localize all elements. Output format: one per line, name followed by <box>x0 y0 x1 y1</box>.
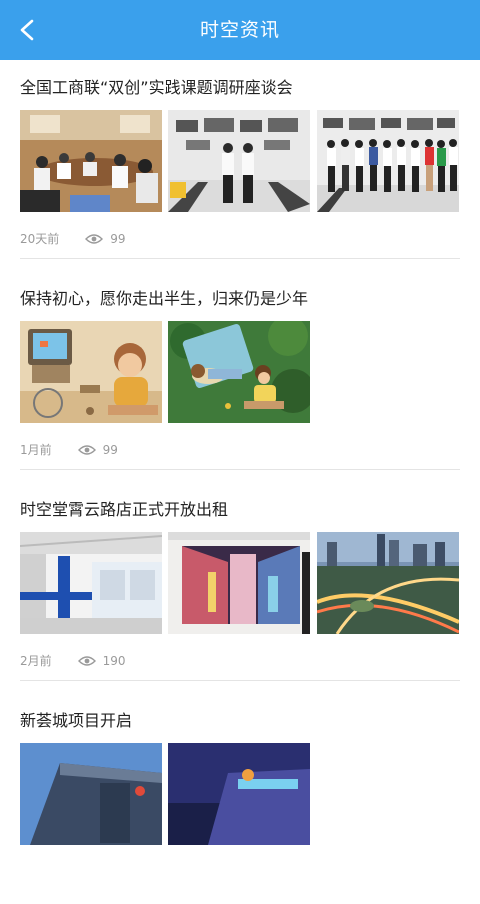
news-image <box>20 321 162 423</box>
eye-icon <box>85 233 104 244</box>
view-count-value: 190 <box>102 653 126 668</box>
news-item[interactable]: 保持初心，愿你走出半生，归来仍是少年 1月前 99 <box>0 271 480 482</box>
divider <box>20 469 460 470</box>
news-title: 全国工商联“双创”实践课题调研座谈会 <box>20 78 293 97</box>
news-title: 新荟城项目开启 <box>20 711 133 730</box>
view-count: 190 <box>77 653 126 668</box>
news-title: 时空堂霄云路店正式开放出租 <box>20 500 229 519</box>
news-image <box>168 321 310 423</box>
divider <box>20 258 460 259</box>
news-meta: 20天前 99 <box>20 230 126 247</box>
publish-time: 1月前 <box>20 443 52 457</box>
news-image <box>20 110 162 212</box>
news-feed[interactable]: 全国工商联“双创”实践课题调研座谈会 20天前 99 保持初心，愿你走出半生，归… <box>0 60 480 904</box>
news-image <box>20 743 162 845</box>
news-image <box>168 532 310 634</box>
news-image <box>317 532 459 634</box>
app-header: 时空资讯 <box>0 0 480 60</box>
page-title: 时空资讯 <box>199 19 280 41</box>
news-image <box>317 110 459 212</box>
news-meta: 2月前 190 <box>20 652 126 669</box>
publish-time: 2月前 <box>20 654 52 668</box>
news-item[interactable]: 时空堂霄云路店正式开放出租 2月前 190 <box>0 482 480 693</box>
news-item[interactable]: 全国工商联“双创”实践课题调研座谈会 20天前 99 <box>0 60 480 271</box>
news-image <box>20 532 162 634</box>
view-count-value: 99 <box>110 231 126 246</box>
news-item[interactable]: 新荟城项目开启 <box>0 693 480 904</box>
divider <box>20 680 460 681</box>
news-image <box>168 743 310 845</box>
news-title: 保持初心，愿你走出半生，归来仍是少年 <box>20 289 309 308</box>
view-count: 99 <box>85 231 126 246</box>
news-meta: 1月前 99 <box>20 441 118 458</box>
news-image <box>168 110 310 212</box>
publish-time: 20天前 <box>20 232 60 246</box>
view-count: 99 <box>77 442 118 457</box>
eye-icon <box>77 444 96 455</box>
eye-icon <box>77 655 96 666</box>
view-count-value: 99 <box>102 442 118 457</box>
